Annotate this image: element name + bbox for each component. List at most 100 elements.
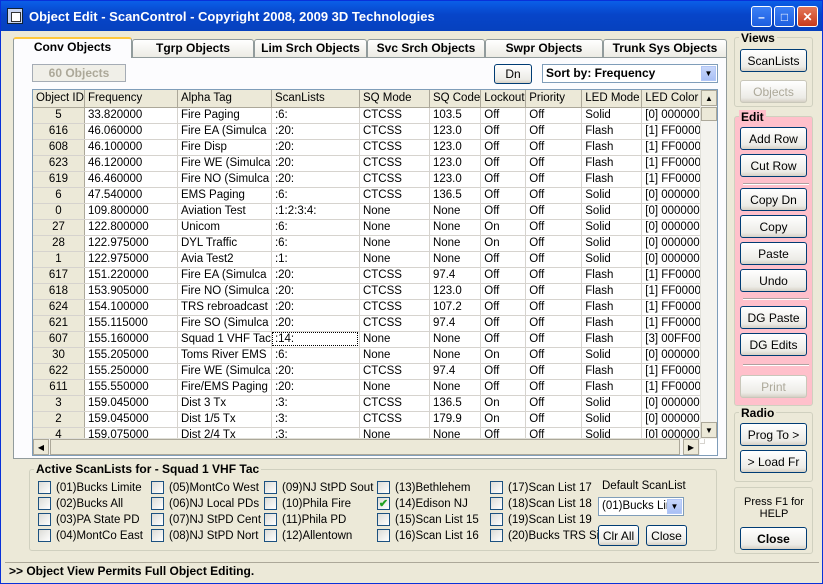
- object-id-cell[interactable]: 611: [33, 379, 85, 396]
- object-id-cell[interactable]: 1: [33, 251, 85, 268]
- object-id-cell[interactable]: 6: [33, 187, 85, 204]
- grid-cell[interactable]: 136.5: [429, 187, 482, 204]
- grid-cell[interactable]: Fire NO (Simulca: [177, 171, 272, 188]
- close-button[interactable]: Close: [740, 527, 807, 550]
- tab-tgrp-objects[interactable]: Tgrp Objects: [132, 39, 254, 57]
- grid-cell[interactable]: CTCSS: [359, 267, 430, 284]
- grid-cell[interactable]: Squad 1 VHF Tac: [177, 331, 272, 348]
- scanlist-checkbox[interactable]: (07)NJ StPD Cent: [151, 513, 261, 526]
- checkbox-icon[interactable]: [264, 529, 277, 542]
- grid-cell[interactable]: :6:: [271, 219, 360, 236]
- object-id-cell[interactable]: 607: [33, 331, 85, 348]
- grid-cell[interactable]: Off: [525, 251, 583, 268]
- scanlist-checkbox[interactable]: (19)Scan List 19: [490, 513, 592, 526]
- minimize-button[interactable]: –: [751, 6, 772, 27]
- object-id-cell[interactable]: 617: [33, 267, 85, 284]
- grid-cell[interactable]: Solid: [581, 251, 643, 268]
- grid-cell[interactable]: :20:: [271, 267, 360, 284]
- table-row[interactable]: 5 33.820000 Fire Paging:6: CTCSS 103.5 Off Off…: [33, 107, 706, 124]
- grid-cell[interactable]: [0] 000000: [641, 235, 706, 252]
- grid-cell[interactable]: CTCSS: [359, 411, 430, 428]
- grid-cell[interactable]: Off: [525, 379, 583, 396]
- grid-cell[interactable]: Off: [525, 411, 583, 428]
- grid-cell[interactable]: Unicom: [177, 219, 272, 236]
- grid-cell[interactable]: Off: [525, 363, 583, 380]
- grid-cell[interactable]: Fire EA (Simulca: [177, 267, 272, 284]
- column-header[interactable]: Object ID: [33, 90, 85, 108]
- grid-cell[interactable]: CTCSS: [359, 171, 430, 188]
- grid-cell[interactable]: 155.205000: [84, 347, 178, 364]
- grid-cell[interactable]: 159.045000: [84, 395, 178, 412]
- checkbox-icon[interactable]: [151, 529, 164, 542]
- grid-cell[interactable]: [1] FF0000: [641, 315, 706, 332]
- grid-cell[interactable]: Off: [525, 107, 583, 124]
- grid-cell[interactable]: Flash: [581, 299, 643, 316]
- grid-cell[interactable]: Fire SO (Simulca: [177, 315, 272, 332]
- scanlist-checkbox[interactable]: (12)Allentown: [264, 529, 352, 542]
- scanlist-checkbox[interactable]: (11)Phila PD: [264, 513, 346, 526]
- grid-cell[interactable]: Fire WE (Simulca: [177, 363, 272, 380]
- grid-cell[interactable]: Off: [525, 347, 583, 364]
- scanlists-view-button[interactable]: ScanLists: [740, 49, 807, 72]
- grid-cell[interactable]: 155.160000: [84, 331, 178, 348]
- scanlist-checkbox[interactable]: (10)Phila Fire: [264, 497, 351, 510]
- checkbox-icon[interactable]: [377, 481, 390, 494]
- grid-cell[interactable]: Off: [525, 283, 583, 300]
- grid-cell[interactable]: [1] FF0000: [641, 171, 706, 188]
- grid-cell[interactable]: 103.5: [429, 107, 482, 124]
- grid-cell[interactable]: None: [359, 379, 430, 396]
- grid-cell[interactable]: 123.0: [429, 283, 482, 300]
- tab-trunk-sys-objects[interactable]: Trunk Sys Objects: [603, 39, 727, 57]
- grid-cell[interactable]: None: [359, 203, 430, 220]
- grid-cell[interactable]: Off: [525, 299, 583, 316]
- checkbox-icon[interactable]: [264, 481, 277, 494]
- checkbox-icon[interactable]: [377, 513, 390, 526]
- dg-paste-button[interactable]: DG Paste: [740, 306, 807, 329]
- grid-cell[interactable]: 159.045000: [84, 411, 178, 428]
- grid-cell[interactable]: Off: [480, 267, 527, 284]
- object-id-cell[interactable]: 618: [33, 283, 85, 300]
- grid-cell[interactable]: 46.460000: [84, 171, 178, 188]
- grid-cell[interactable]: :20:: [271, 379, 360, 396]
- grid-cell[interactable]: [3] 00FF00: [641, 331, 706, 348]
- grid-cell[interactable]: None: [359, 235, 430, 252]
- table-row[interactable]: 3 159.045000 Dist 3 Tx:3: CTCSS 136.5 On Off So…: [33, 395, 706, 412]
- grid-cell[interactable]: None: [359, 219, 430, 236]
- grid-cell[interactable]: Off: [480, 139, 527, 156]
- checkbox-icon[interactable]: [151, 481, 164, 494]
- grid-cell[interactable]: Flash: [581, 171, 643, 188]
- table-row[interactable]: 30 155.205000 Toms River EMS:6: None None On O…: [33, 347, 706, 364]
- load-from-button[interactable]: > Load Fr: [740, 450, 807, 473]
- grid-cell[interactable]: Fire/EMS Paging: [177, 379, 272, 396]
- grid-cell[interactable]: 123.0: [429, 139, 482, 156]
- grid-cell[interactable]: Off: [525, 395, 583, 412]
- object-id-cell[interactable]: 28: [33, 235, 85, 252]
- scanlist-checkbox[interactable]: (16)Scan List 16: [377, 529, 479, 542]
- grid-cell[interactable]: [1] FF0000: [641, 155, 706, 172]
- grid-cell[interactable]: Flash: [581, 363, 643, 380]
- horizontal-scroll-thumb[interactable]: [50, 439, 680, 455]
- grid-cell[interactable]: 153.905000: [84, 283, 178, 300]
- grid-cell[interactable]: Off: [480, 315, 527, 332]
- grid-cell[interactable]: [1] FF0000: [641, 267, 706, 284]
- grid-cell[interactable]: Flash: [581, 267, 643, 284]
- checkmark-icon[interactable]: ✔: [377, 497, 390, 510]
- table-row[interactable]: 0 109.800000 Aviation Test:1:2:3:4: None Non…: [33, 203, 706, 220]
- grid-cell[interactable]: Off: [525, 331, 583, 348]
- grid-cell[interactable]: Solid: [581, 411, 643, 428]
- grid-cell[interactable]: None: [359, 347, 430, 364]
- checkbox-icon[interactable]: [38, 529, 51, 542]
- objects-grid[interactable]: Object ID Frequency Alpha Tag ScanLists SQ M…: [32, 89, 718, 456]
- grid-cell[interactable]: Off: [480, 283, 527, 300]
- grid-cell[interactable]: CTCSS: [359, 155, 430, 172]
- grid-cell[interactable]: Fire Paging: [177, 107, 272, 124]
- grid-cell[interactable]: CTCSS: [359, 315, 430, 332]
- grid-cell[interactable]: Fire NO (Simulca: [177, 283, 272, 300]
- tab-svc-srch-objects[interactable]: Svc Srch Objects: [367, 39, 485, 57]
- grid-cell[interactable]: Flash: [581, 123, 643, 140]
- object-id-cell[interactable]: 2: [33, 411, 85, 428]
- grid-cell[interactable]: None: [429, 235, 482, 252]
- grid-cell[interactable]: 97.4: [429, 363, 482, 380]
- grid-cell[interactable]: [1] FF0000: [641, 283, 706, 300]
- close-window-button[interactable]: ✕: [797, 6, 818, 27]
